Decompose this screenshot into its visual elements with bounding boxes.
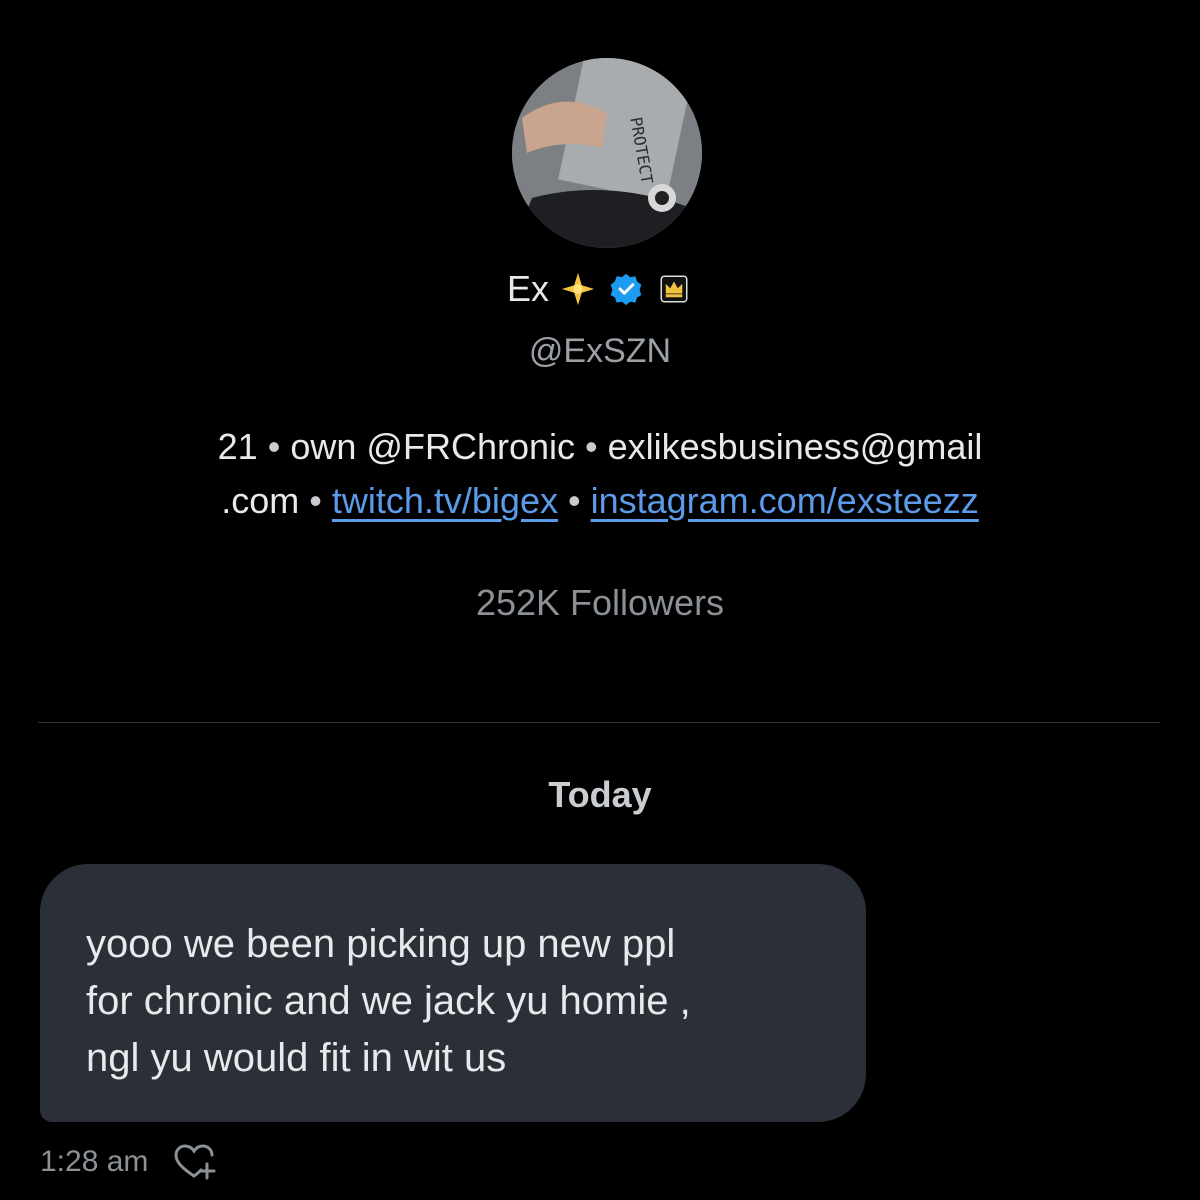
sparkle-star-icon [559,270,597,308]
bio-link-twitch[interactable]: twitch.tv/bigex [332,480,558,521]
profile-handle: @ExSZN [528,332,672,370]
affiliate-crown-icon[interactable] [655,270,693,308]
date-separator: Today [548,774,652,815]
message-bubble[interactable]: yooo we been picking up new ppl for chro… [40,864,866,1122]
add-reaction-heart-icon[interactable] [172,1142,216,1182]
bio-mention-link[interactable]: @FRChronic [366,426,575,467]
bio-email-part-1: exlikesbusiness@gmail [607,426,983,467]
bio-link-instagram[interactable]: instagram.com/exsteezz [591,480,979,521]
bio-own-prefix: own [290,426,357,467]
bio-age: 21 [217,426,258,467]
bio-separator: • [309,480,322,521]
avatar[interactable]: PROTECT [512,58,702,248]
avatar-image: PROTECT [512,58,702,248]
message-text: yooo we been picking up new ppl for chro… [86,922,691,1080]
display-name-row: Ex [0,268,1200,310]
bio-separator: • [585,426,598,467]
bio-separator: • [567,480,581,521]
display-name: Ex [506,268,549,309]
bio-email-part-2: .com [221,480,300,521]
verified-badge-icon[interactable] [607,270,645,308]
message-meta: 1:28 am [40,1142,216,1182]
profile-bio: 21 • own @FRChronic • exlikesbusiness@gm… [100,420,1100,528]
followers-count[interactable]: 252K Followers [0,582,1200,624]
bio-line-1: 21 • own @FRChronic • exlikesbusiness@gm… [100,420,1100,474]
divider [38,722,1160,723]
bio-separator: • [267,426,281,467]
message-timestamp: 1:28 am [40,1145,149,1178]
bio-line-2: .com • twitch.tv/bigex • instagram.com/e… [100,474,1100,528]
